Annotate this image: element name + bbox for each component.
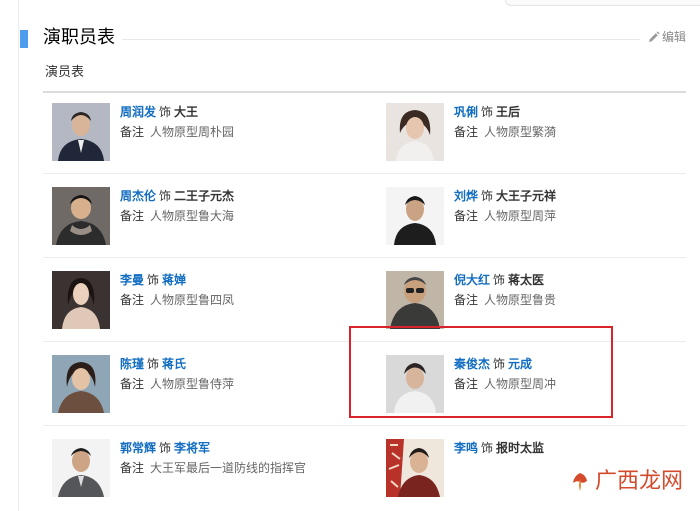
- section-title: 演职员表: [43, 27, 115, 48]
- actor-photo[interactable]: [386, 187, 444, 245]
- actor-photo[interactable]: [386, 439, 444, 497]
- role-name: 蒋太医: [508, 273, 545, 287]
- note-text: 人物原型鲁大海: [150, 209, 235, 223]
- highlight-box: [349, 326, 613, 418]
- as-label: 饰: [493, 273, 506, 287]
- note-label: 备注: [120, 461, 145, 475]
- role-name-link[interactable]: 蒋氏: [162, 357, 186, 371]
- actor-photo[interactable]: [52, 271, 110, 329]
- cast-item: 周润发饰大王 备注 人物原型周朴园: [52, 103, 352, 165]
- actor-name-link[interactable]: 周润发: [120, 105, 156, 119]
- actor-name-link[interactable]: 郭常辉: [120, 441, 156, 455]
- row-separator: [43, 173, 686, 174]
- watermark-logo-icon: [573, 473, 587, 491]
- cast-table-title: 演员表: [45, 65, 85, 80]
- role-name: 大王: [174, 105, 199, 119]
- role-name-link[interactable]: 蒋婵: [162, 273, 186, 287]
- note-label: 备注: [120, 377, 145, 391]
- note-text: 大王军最后一道防线的指挥官: [150, 461, 307, 475]
- cast-item: 陈瑾饰蒋氏 备注 人物原型鲁侍萍: [52, 355, 352, 417]
- note-label: 备注: [454, 209, 479, 223]
- row-separator: [43, 425, 686, 426]
- note-label: 备注: [120, 293, 145, 307]
- cast-item: 周杰伦饰二王子元杰 备注 人物原型鲁大海: [52, 187, 352, 249]
- edit-button[interactable]: 编辑: [647, 29, 686, 45]
- as-label: 饰: [147, 273, 160, 287]
- cast-item: 郭常辉饰李将军 备注 大王军最后一道防线的指挥官: [52, 439, 352, 501]
- as-label: 饰: [481, 441, 494, 455]
- as-label: 饰: [481, 105, 494, 119]
- actor-photo[interactable]: [386, 103, 444, 161]
- as-label: 饰: [159, 105, 172, 119]
- note-label: 备注: [120, 125, 145, 139]
- actor-photo[interactable]: [52, 439, 110, 497]
- role-name: 二王子元杰: [174, 189, 235, 203]
- note-text: 人物原型周萍: [484, 209, 557, 223]
- as-label: 饰: [159, 441, 172, 455]
- role-name-link[interactable]: 李将军: [174, 441, 210, 455]
- actor-photo[interactable]: [386, 271, 444, 329]
- as-label: 饰: [147, 357, 160, 371]
- actor-name-link[interactable]: 周杰伦: [120, 189, 156, 203]
- cast-item: 刘烨饰大王子元祥 备注 人物原型周萍: [386, 187, 686, 249]
- actor-name-link[interactable]: 巩俐: [454, 105, 478, 119]
- actor-name-link[interactable]: 陈瑾: [120, 357, 144, 371]
- table-top-rule: [43, 91, 686, 93]
- actor-name-link[interactable]: 李鸣: [454, 441, 478, 455]
- row-separator: [43, 257, 686, 258]
- actor-name-link[interactable]: 倪大红: [454, 273, 490, 287]
- role-name: 报时太监: [496, 441, 545, 455]
- note-text: 人物原型鲁四凤: [150, 293, 235, 307]
- top-tab-edge: [505, 0, 700, 6]
- note-label: 备注: [120, 209, 145, 223]
- note-text: 人物原型周朴园: [150, 125, 235, 139]
- as-label: 饰: [481, 189, 494, 203]
- actor-name-link[interactable]: 李曼: [120, 273, 144, 287]
- note-text: 人物原型鲁侍萍: [150, 377, 235, 391]
- role-name: 大王子元祥: [496, 189, 557, 203]
- cast-item: 李曼饰蒋婵 备注 人物原型鲁四凤: [52, 271, 352, 333]
- note-text: 人物原型繁漪: [484, 125, 557, 139]
- edit-label: 编辑: [662, 30, 687, 44]
- section-marker: [20, 30, 28, 48]
- as-label: 饰: [159, 189, 172, 203]
- cast-item: 倪大红饰蒋太医 备注 人物原型鲁贵: [386, 271, 686, 333]
- actor-photo[interactable]: [52, 187, 110, 245]
- note-text: 人物原型鲁贵: [484, 293, 557, 307]
- actor-name-link[interactable]: 刘烨: [454, 189, 478, 203]
- actor-photo[interactable]: [52, 355, 110, 413]
- title-divider: [122, 39, 640, 40]
- actor-photo[interactable]: [52, 103, 110, 161]
- watermark: 广西龙网: [569, 468, 683, 496]
- note-label: 备注: [454, 125, 479, 139]
- cast-item: 巩俐饰王后 备注 人物原型繁漪: [386, 103, 686, 165]
- left-rule: [18, 0, 19, 511]
- pencil-icon: [649, 30, 660, 42]
- note-label: 备注: [454, 293, 479, 307]
- role-name: 王后: [496, 105, 521, 119]
- watermark-text: 广西龙网: [595, 469, 684, 494]
